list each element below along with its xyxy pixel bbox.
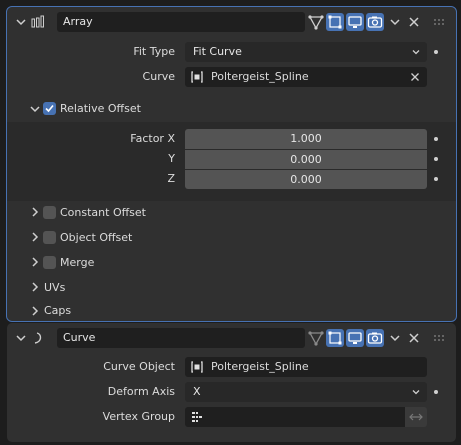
dropdown-chevron-icon[interactable] (389, 332, 401, 344)
array-modifier-panel: Array Fit Type Fit Curve Curve Poltergei… (6, 6, 457, 322)
chevron-right-icon (32, 232, 39, 242)
caps-label: Caps (44, 304, 72, 317)
keyframe-dot[interactable] (434, 177, 438, 181)
factor-z-label: Z (167, 172, 175, 185)
chevron-right-icon (32, 257, 39, 267)
fit-type-label: Fit Type (133, 45, 175, 58)
relative-offset-label[interactable]: Relative Offset (60, 99, 141, 119)
merge-checkbox[interactable] (43, 256, 56, 269)
relative-offset-chevron-icon[interactable] (29, 103, 41, 115)
curve-label: Curve (142, 70, 175, 83)
invert-vertex-group-button[interactable] (405, 407, 427, 427)
curve-object-icon (191, 71, 203, 83)
object-offset-checkbox[interactable] (43, 231, 56, 244)
curve-modifier-panel: Curve Curve Object Poltergeist_Spline De… (7, 323, 456, 442)
close-icon[interactable] (408, 332, 420, 344)
curve-object-label: Curve Object (103, 360, 175, 373)
curve-modifier-icon (34, 332, 42, 344)
chevron-down-icon (412, 390, 420, 395)
realtime-display-icon[interactable] (346, 329, 364, 347)
curve-object-value: Poltergeist_Spline (211, 360, 309, 373)
deform-axis-dropdown[interactable]: X (185, 382, 427, 402)
fit-type-value: Fit Curve (193, 45, 242, 58)
uvs-label: UVs (44, 281, 66, 294)
chevron-right-icon (32, 282, 39, 292)
factor-x-field[interactable]: 1.000 (185, 129, 427, 149)
edit-mode-icon[interactable] (326, 13, 344, 31)
array-modifier-header: Array (7, 7, 456, 37)
collapse-chevron-icon[interactable] (15, 16, 27, 28)
keyframe-dot[interactable] (434, 50, 438, 54)
factor-z-field[interactable]: 0.000 (185, 170, 427, 189)
clear-icon[interactable] (410, 72, 420, 82)
realtime-display-icon[interactable] (346, 13, 364, 31)
drag-handle-icon[interactable] (433, 334, 445, 342)
keyframe-dot[interactable] (434, 157, 438, 161)
on-cage-icon[interactable] (307, 329, 325, 347)
uvs-section[interactable]: UVs (7, 275, 456, 300)
factor-x-label: Factor X (130, 132, 175, 145)
render-camera-icon[interactable] (366, 13, 384, 31)
array-name-field[interactable]: Array (57, 12, 305, 32)
factor-y-field[interactable]: 0.000 (185, 150, 427, 169)
vertex-group-icon (192, 412, 202, 422)
curve-object-field[interactable]: Poltergeist_Spline (185, 357, 427, 377)
factor-y-label: Y (168, 152, 175, 165)
curve-modifier-header: Curve (7, 323, 456, 353)
vertex-group-label: Vertex Group (102, 410, 175, 423)
render-camera-icon[interactable] (366, 329, 384, 347)
object-offset-section[interactable]: Object Offset (7, 225, 456, 250)
merge-section[interactable]: Merge (7, 250, 456, 275)
edit-mode-icon[interactable] (326, 329, 344, 347)
fit-type-dropdown[interactable]: Fit Curve (185, 42, 427, 62)
chevron-down-icon (412, 50, 420, 55)
array-modifier-icon (31, 15, 44, 28)
arrow-left-right-icon (409, 413, 423, 421)
drag-handle-icon[interactable] (433, 18, 445, 26)
merge-label: Merge (60, 256, 95, 269)
dropdown-chevron-icon[interactable] (389, 16, 401, 28)
object-offset-label: Object Offset (60, 231, 133, 244)
curve-object-icon (191, 361, 203, 373)
deform-axis-value: X (193, 385, 201, 398)
relative-offset-checkbox[interactable] (43, 102, 56, 115)
close-icon[interactable] (408, 16, 420, 28)
constant-offset-checkbox[interactable] (43, 206, 56, 219)
constant-offset-section[interactable]: Constant Offset (7, 200, 456, 225)
on-cage-icon[interactable] (307, 13, 325, 31)
curve-value: Poltergeist_Spline (211, 70, 309, 83)
constant-offset-label: Constant Offset (60, 206, 146, 219)
deform-axis-label: Deform Axis (107, 385, 175, 398)
keyframe-dot[interactable] (434, 137, 438, 141)
vertex-group-field[interactable] (185, 407, 405, 427)
collapse-chevron-icon[interactable] (15, 332, 27, 344)
chevron-right-icon (32, 207, 39, 217)
caps-section[interactable]: Caps (7, 300, 456, 321)
curve-field[interactable]: Poltergeist_Spline (185, 67, 427, 87)
keyframe-dot[interactable] (434, 390, 438, 394)
curve-name-field[interactable]: Curve (57, 328, 305, 348)
chevron-right-icon (32, 306, 39, 316)
